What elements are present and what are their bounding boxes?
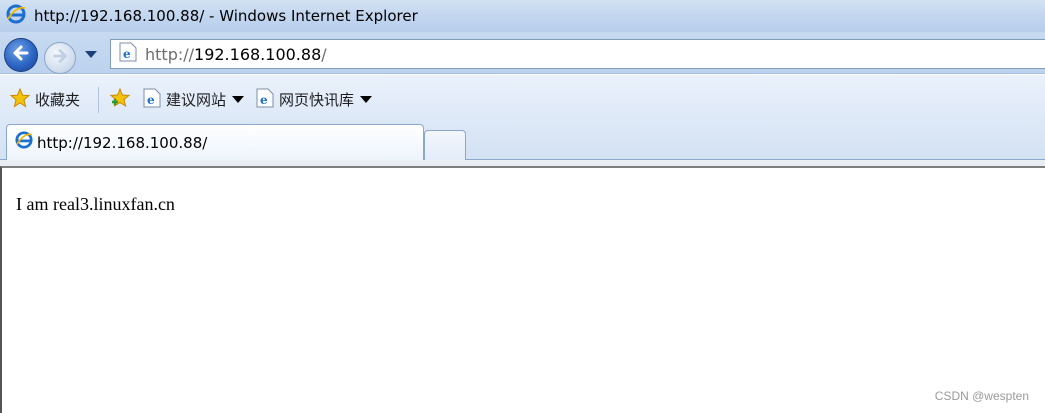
tab-label: http://192.168.100.88/: [37, 133, 208, 152]
back-arrow-icon: [11, 43, 31, 68]
address-bar[interactable]: e http://192.168.100.88/: [110, 39, 1045, 69]
url-host: 192.168.100.88: [194, 44, 322, 64]
url-scheme: http://: [145, 44, 195, 64]
page-icon: e: [143, 88, 161, 112]
dropdown-arrow-icon: [232, 96, 245, 103]
dropdown-arrow-icon: [360, 96, 373, 103]
watermark: CSDN @wespten: [934, 389, 1029, 403]
new-tab-button[interactable]: [424, 130, 466, 160]
favorites-button[interactable]: 收藏夹: [9, 87, 81, 112]
svg-text:e: e: [123, 47, 131, 61]
navigation-bar: e http://192.168.100.88/: [0, 32, 1045, 74]
dropdown-arrow-icon: [85, 46, 97, 64]
suggested-sites-label: 建议网站: [166, 91, 227, 109]
svg-text:e: e: [260, 93, 268, 107]
web-slice-gallery-label: 网页快讯库: [279, 91, 355, 109]
add-favorite-icon: [109, 87, 131, 112]
star-icon: [9, 87, 31, 112]
favorites-label: 收藏夹: [35, 91, 81, 109]
back-button[interactable]: [4, 38, 38, 72]
url-path: /: [321, 44, 327, 64]
address-input[interactable]: http://192.168.100.88/: [145, 45, 845, 64]
ie-logo-icon: [15, 131, 33, 154]
svg-text:e: e: [147, 93, 155, 107]
favorites-separator: [98, 86, 100, 113]
page-body-text: I am real3.linuxfan.cn: [16, 194, 175, 214]
web-slice-gallery-link[interactable]: e 网页快讯库: [256, 88, 373, 112]
suggested-sites-link[interactable]: e 建议网站: [143, 88, 245, 112]
page-icon: e: [256, 88, 274, 112]
recent-pages-dropdown[interactable]: [84, 48, 98, 62]
ie-logo-icon: [6, 4, 26, 29]
tab-bar: http://192.168.100.88/: [0, 124, 1045, 160]
forward-button[interactable]: [44, 42, 76, 74]
title-bar: http://192.168.100.88/ - Windows Interne…: [0, 0, 1045, 32]
favorites-bar: 收藏夹 e 建议网站 e 网页快讯库: [0, 75, 1045, 124]
tab-current[interactable]: http://192.168.100.88/: [6, 124, 424, 160]
page-content: I am real3.linuxfan.cn CSDN @wespten: [0, 166, 1045, 413]
window-title: http://192.168.100.88/ - Windows Interne…: [34, 7, 418, 25]
forward-arrow-icon: [51, 47, 69, 70]
page-icon: e: [119, 42, 137, 67]
add-to-favorites-bar-button[interactable]: [109, 87, 131, 112]
